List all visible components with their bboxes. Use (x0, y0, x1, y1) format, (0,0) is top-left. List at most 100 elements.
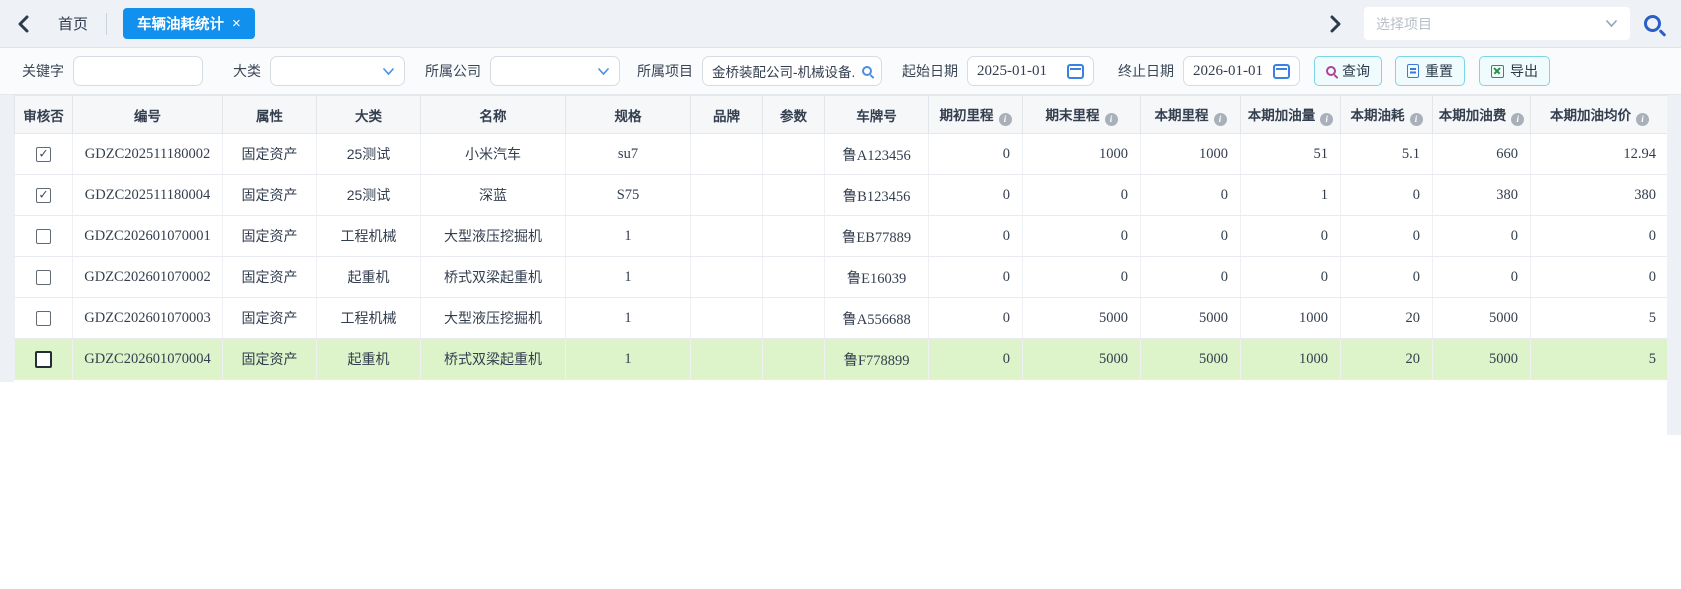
cell-period-mileage: 5000 (1141, 298, 1241, 339)
column-header: 本期里程 (1141, 96, 1241, 134)
table-row[interactable]: GDZC202511180002固定资产25测试小米汽车su7鲁A1234560… (15, 134, 1669, 175)
cell-category: 工程机械 (317, 216, 421, 257)
cell-final-mileage: 0 (1023, 216, 1141, 257)
row-checkbox[interactable] (36, 188, 51, 203)
search-icon[interactable] (1644, 15, 1661, 32)
row-checkbox[interactable] (36, 311, 51, 326)
cell-category: 25测试 (317, 175, 421, 216)
info-icon[interactable] (1636, 113, 1649, 126)
cell-period-mileage: 0 (1141, 175, 1241, 216)
export-button[interactable]: 导出 (1479, 56, 1550, 86)
table-row[interactable]: GDZC202511180004固定资产25测试深蓝S75鲁B123456000… (15, 175, 1669, 216)
column-header: 名称 (421, 96, 566, 134)
cell-refuel-amount: 1000 (1241, 298, 1341, 339)
cell-refuel-avg-price: 0 (1531, 216, 1669, 257)
forward-chevron-icon[interactable] (1322, 11, 1348, 37)
cell-params (763, 216, 825, 257)
category-label: 大类 (233, 61, 261, 81)
cell-code: GDZC202601070001 (73, 216, 223, 257)
cell-brand (691, 216, 763, 257)
info-icon[interactable] (1410, 113, 1423, 126)
back-chevron-icon[interactable] (10, 11, 36, 37)
info-icon[interactable] (999, 113, 1012, 126)
column-header: 品牌 (691, 96, 763, 134)
table-row[interactable]: GDZC202601070003固定资产工程机械大型液压挖掘机1鲁A556688… (15, 298, 1669, 339)
category-select[interactable] (270, 56, 405, 86)
cell-spec: 1 (566, 216, 691, 257)
reset-button[interactable]: 重置 (1395, 56, 1465, 86)
tab-divider (106, 13, 107, 35)
project-select[interactable]: 选择项目 (1364, 7, 1630, 40)
cell-initial-mileage: 0 (929, 134, 1023, 175)
cell-code: GDZC202511180002 (73, 134, 223, 175)
table-row[interactable]: GDZC202601070002固定资产起重机桥式双梁起重机1鲁E1603900… (15, 257, 1669, 298)
cell-refuel-cost: 380 (1433, 175, 1531, 216)
cell-refuel-cost: 5000 (1433, 298, 1531, 339)
cell-spec: 1 (566, 257, 691, 298)
cell-refuel-avg-price: 0 (1531, 257, 1669, 298)
info-icon[interactable] (1105, 113, 1118, 126)
cell-params (763, 134, 825, 175)
table-row[interactable]: GDZC202601070004固定资产起重机桥式双梁起重机1鲁F7788990… (15, 339, 1669, 380)
cell-category: 25测试 (317, 134, 421, 175)
cell-brand (691, 298, 763, 339)
query-button[interactable]: 查询 (1314, 56, 1382, 86)
keyword-input[interactable] (73, 56, 203, 86)
cell-fuel-consumption: 0 (1341, 216, 1433, 257)
project-search-icon[interactable] (862, 66, 872, 76)
tab-home[interactable]: 首页 (58, 13, 88, 34)
calendar-icon[interactable] (1273, 64, 1290, 79)
row-checkbox[interactable] (36, 147, 51, 162)
info-icon[interactable] (1214, 113, 1227, 126)
info-icon[interactable] (1511, 113, 1524, 126)
cell-period-mileage: 0 (1141, 216, 1241, 257)
cell-name: 大型液压挖掘机 (421, 298, 566, 339)
cell-name: 深蓝 (421, 175, 566, 216)
info-icon[interactable] (1320, 113, 1333, 126)
cell-fuel-consumption: 0 (1341, 175, 1433, 216)
project-input[interactable]: 金桥装配公司-机械设备. (702, 56, 882, 86)
tab-close-icon[interactable]: × (232, 16, 241, 31)
calendar-icon[interactable] (1067, 64, 1084, 79)
cell-name: 小米汽车 (421, 134, 566, 175)
left-gutter (0, 95, 14, 382)
table-row[interactable]: GDZC202601070001固定资产工程机械大型液压挖掘机1鲁EB77889… (15, 216, 1669, 257)
cell-refuel-cost: 5000 (1433, 339, 1531, 380)
cell-spec: S75 (566, 175, 691, 216)
cell-final-mileage: 1000 (1023, 134, 1141, 175)
project-label: 所属项目 (637, 61, 693, 81)
start-date-value: 2025-01-01 (977, 63, 1059, 80)
end-date-input[interactable]: 2026-01-01 (1183, 56, 1300, 86)
cell-plate: 鲁A123456 (825, 134, 929, 175)
cell-code: GDZC202601070003 (73, 298, 223, 339)
cell-params (763, 339, 825, 380)
cell-final-mileage: 0 (1023, 175, 1141, 216)
start-date-input[interactable]: 2025-01-01 (967, 56, 1094, 86)
table-area: 审核否编号属性大类名称规格品牌参数车牌号期初里程期末里程本期里程本期加油量本期油… (0, 95, 1681, 588)
cell-plate: 鲁EB77889 (825, 216, 929, 257)
cell-brand (691, 339, 763, 380)
export-button-label: 导出 (1510, 61, 1538, 81)
row-checkbox[interactable] (35, 351, 52, 368)
cell-spec: 1 (566, 339, 691, 380)
cell-code: GDZC202601070004 (73, 339, 223, 380)
cell-refuel-amount: 0 (1241, 257, 1341, 298)
cell-attribute: 固定资产 (223, 257, 317, 298)
company-select[interactable] (490, 56, 620, 86)
cell-refuel-avg-price: 5 (1531, 298, 1669, 339)
cell-plate: 鲁E16039 (825, 257, 929, 298)
cell-params (763, 298, 825, 339)
cell-initial-mileage: 0 (929, 298, 1023, 339)
cell-refuel-amount: 0 (1241, 216, 1341, 257)
cell-plate: 鲁B123456 (825, 175, 929, 216)
cell-period-mileage: 0 (1141, 257, 1241, 298)
cell-code: GDZC202511180004 (73, 175, 223, 216)
cell-attribute: 固定资产 (223, 134, 317, 175)
cell-final-mileage: 5000 (1023, 298, 1141, 339)
row-checkbox[interactable] (36, 229, 51, 244)
tab-vehicle-fuel-stats[interactable]: 车辆油耗统计 × (123, 8, 255, 39)
export-excel-icon (1491, 65, 1504, 78)
cell-initial-mileage: 0 (929, 175, 1023, 216)
row-checkbox[interactable] (36, 270, 51, 285)
cell-final-mileage: 0 (1023, 257, 1141, 298)
